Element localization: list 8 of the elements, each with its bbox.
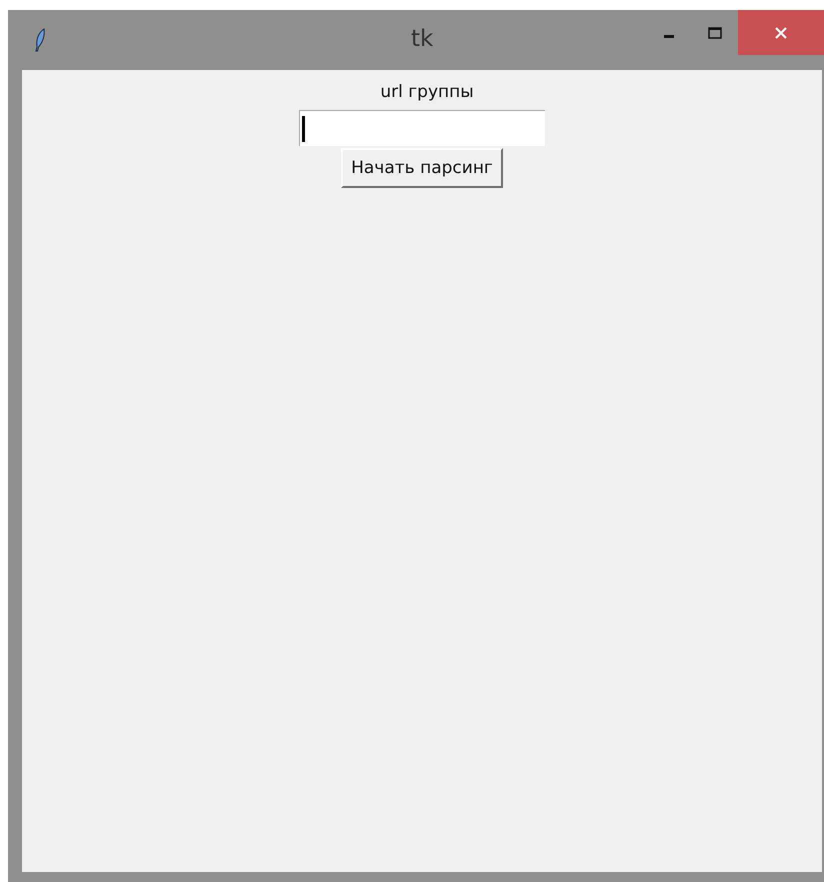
feather-icon <box>34 28 46 52</box>
close-icon <box>774 26 788 40</box>
minimize-icon <box>664 35 674 38</box>
maximize-icon <box>708 26 722 38</box>
url-input-field[interactable] <box>299 110 545 146</box>
start-parsing-button[interactable]: Начать парсинг <box>341 148 503 188</box>
window-title: tk <box>411 26 434 52</box>
url-label: url группы <box>380 82 474 104</box>
